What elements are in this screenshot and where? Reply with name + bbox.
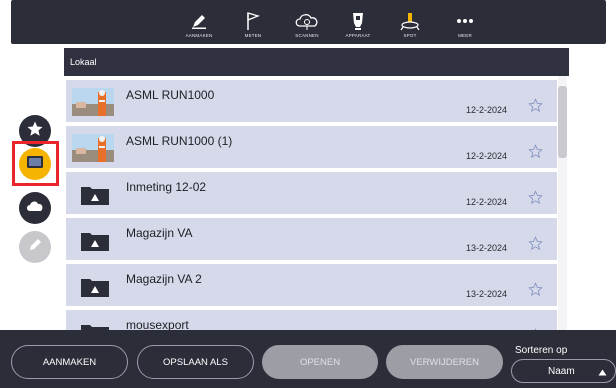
delete-button[interactable]: VERWIJDEREN — [386, 345, 503, 379]
folder-icon — [80, 230, 110, 252]
list-item[interactable]: Magazijn VA 13-2-2024 — [66, 218, 557, 260]
more-dots-icon — [456, 11, 474, 31]
folder-icon — [80, 276, 110, 298]
local-filter-button[interactable] — [19, 148, 51, 180]
cloud-icon — [26, 199, 44, 217]
item-name: ASML RUN1000 — [126, 88, 215, 102]
item-date: 13-2-2024 — [466, 243, 508, 253]
caret-up-icon — [598, 368, 607, 379]
toolbar-measure-label: METEN — [244, 33, 262, 38]
right-margin — [569, 44, 616, 336]
project-thumbnail — [72, 88, 114, 116]
list-item[interactable]: mousexport 13-2-2024 — [66, 310, 557, 330]
item-name: mousexport — [126, 318, 189, 330]
list-item[interactable]: ASML RUN1000 (1) 12-2-2024 — [66, 126, 557, 168]
pen-icon — [190, 11, 208, 31]
favorite-star-icon[interactable] — [528, 282, 543, 297]
toolbar-device-button[interactable]: APPARAAT — [328, 0, 388, 44]
favorite-star-icon[interactable] — [528, 144, 543, 159]
item-date: 12-2-2024 — [466, 151, 508, 161]
spot-icon — [399, 11, 421, 31]
item-name: Magazijn VA 2 — [126, 272, 202, 286]
cloud-filter-button[interactable] — [19, 192, 51, 224]
save-as-button[interactable]: OPSLAAN ALS — [137, 345, 254, 379]
favorite-star-icon[interactable] — [528, 190, 543, 205]
sort-value: Naam — [548, 365, 575, 377]
toolbar-create-label: AANMAKEN — [185, 33, 213, 38]
toolbar-measure-button[interactable]: METEN — [223, 0, 283, 44]
list-item[interactable]: Magazijn VA 2 13-2-2024 — [66, 264, 557, 306]
toolbar-spot-button[interactable]: SPOT — [380, 0, 440, 44]
file-list: ASML RUN1000 12-2-2024 ASML RUN1000 (1) … — [64, 76, 569, 330]
sort-select[interactable]: Naam — [511, 359, 616, 383]
favorite-star-icon[interactable] — [528, 236, 543, 251]
item-date: 12-2-2024 — [466, 105, 508, 115]
side-filter-panel — [0, 44, 64, 336]
toolbar-spot-label: SPOT — [403, 33, 417, 38]
list-item[interactable]: Inmeting 12-02 12-2-2024 — [66, 172, 557, 214]
toolbar-scan-label: SCANNEN — [295, 33, 319, 38]
toolbar-more-label: MEER — [458, 33, 472, 38]
item-name: Magazijn VA — [126, 226, 193, 240]
bottom-action-bar: AANMAKEN OPSLAAN ALS OPENEN VERWIJDEREN … — [0, 330, 616, 388]
list-header: Lokaal — [64, 48, 569, 76]
toolbar-device-label: APPARAAT — [345, 33, 371, 38]
sort-label: Sorteren op — [515, 345, 568, 356]
item-name: Inmeting 12-02 — [126, 180, 207, 194]
list-scrollbar[interactable] — [558, 76, 567, 330]
item-name: ASML RUN1000 (1) — [126, 134, 233, 148]
list-header-title: Lokaal — [70, 57, 97, 67]
item-date: 13-2-2024 — [466, 289, 508, 299]
device-icon — [350, 11, 366, 31]
cloud-scan-icon — [294, 11, 320, 31]
toolbar-more-button[interactable]: MEER — [435, 0, 495, 44]
folder-icon — [80, 322, 110, 330]
project-thumbnail — [72, 134, 114, 162]
folder-icon — [80, 184, 110, 206]
tablet-icon — [26, 155, 44, 174]
list-item[interactable]: ASML RUN1000 12-2-2024 — [66, 80, 557, 122]
pencil-icon — [27, 237, 43, 258]
flag-icon — [244, 11, 262, 31]
star-icon — [26, 120, 44, 143]
edit-filter-button[interactable] — [19, 231, 51, 263]
toolbar-create-button[interactable]: AANMAKEN — [169, 0, 229, 44]
top-toolbar: AANMAKEN METEN SCANNEN APPARAAT SPOT MEE… — [11, 0, 606, 44]
item-date: 12-2-2024 — [466, 197, 508, 207]
list-scroll-thumb[interactable] — [558, 86, 567, 158]
favorite-star-icon[interactable] — [528, 98, 543, 113]
open-button[interactable]: OPENEN — [262, 345, 378, 379]
create-button[interactable]: AANMAKEN — [11, 345, 128, 379]
